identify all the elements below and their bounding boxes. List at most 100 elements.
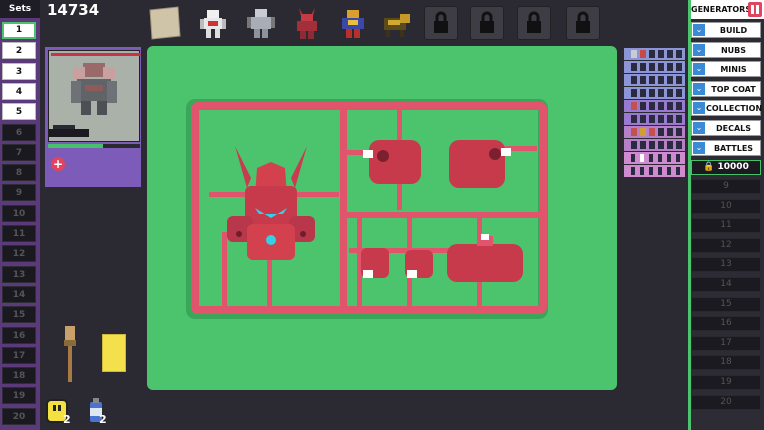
generator-slot-11[interactable]: 11 bbox=[691, 218, 761, 234]
generator-button-label: MINIS bbox=[720, 65, 747, 75]
generator-button-label: TOP COAT bbox=[711, 84, 756, 94]
chevron-down-icon: ⌄ bbox=[693, 24, 705, 36]
set-button-15[interactable]: 15 bbox=[2, 306, 36, 324]
pause-icon[interactable] bbox=[748, 2, 762, 17]
hand-part-left bbox=[361, 248, 389, 278]
generator-slot-12[interactable]: 12 bbox=[691, 237, 761, 253]
generator-slot-15[interactable]: 15 bbox=[691, 296, 761, 312]
generator-slot-9[interactable]: 9 bbox=[691, 179, 761, 194]
set-button-11[interactable]: 11 bbox=[2, 225, 36, 242]
part-row-nubs[interactable] bbox=[624, 61, 685, 73]
locked-slot[interactable] bbox=[517, 6, 551, 40]
lock-icon bbox=[527, 11, 541, 33]
set-button-18[interactable]: 18 bbox=[2, 367, 36, 385]
set-button-13[interactable]: 13 bbox=[2, 265, 36, 283]
generator-button-decals[interactable]: ⌄ DECALS bbox=[691, 120, 761, 136]
card-hp-bar bbox=[48, 144, 140, 148]
locked-slot[interactable] bbox=[424, 6, 458, 40]
generator-button-label: DECALS bbox=[715, 124, 752, 133]
shoulder-part-right bbox=[449, 140, 511, 188]
spray-count: 2 bbox=[99, 413, 107, 426]
generators-panel: GENERATORS ⌄ BUILD ⌄ NUBS ⌄ MINIS ⌄ TOP COAT ⌄ CO… bbox=[688, 0, 764, 430]
set-button-4[interactable]: 4 bbox=[2, 82, 36, 100]
robot-parts-list bbox=[624, 48, 685, 178]
set-button-17[interactable]: 17 bbox=[2, 346, 36, 364]
build-board[interactable] bbox=[147, 46, 617, 390]
part-row-minis[interactable] bbox=[624, 74, 685, 86]
generator-slot-20[interactable]: 20 bbox=[691, 394, 761, 410]
set-button-5[interactable]: 5 bbox=[2, 103, 36, 121]
generator-button-label: NUBS bbox=[720, 45, 747, 55]
generator-slot-13[interactable]: 13 bbox=[691, 257, 761, 273]
part-row-extra-1[interactable] bbox=[624, 139, 685, 151]
set-button-14[interactable]: 14 bbox=[2, 285, 36, 303]
lock-icon bbox=[434, 11, 448, 33]
generator-lock-cost: 10000 bbox=[717, 162, 749, 172]
glue-count: 2 bbox=[63, 413, 71, 426]
generator-button-battles[interactable]: ⌄ BATTLES bbox=[691, 139, 761, 156]
generator-button-minis[interactable]: ⌄ MINIS bbox=[691, 61, 761, 78]
locked-slot[interactable] bbox=[566, 6, 600, 40]
lock-icon bbox=[576, 11, 590, 33]
part-row-battles[interactable] bbox=[624, 126, 685, 138]
chevron-down-icon: ⌄ bbox=[693, 141, 705, 154]
model-kit-sprue bbox=[186, 99, 548, 319]
set-button-12[interactable]: 12 bbox=[2, 245, 36, 263]
paint-brush-icon[interactable] bbox=[60, 326, 80, 388]
set-button-6[interactable]: 6 bbox=[2, 123, 36, 141]
card-hp-fill bbox=[48, 144, 104, 148]
set-button-10[interactable]: 10 bbox=[2, 204, 36, 222]
generator-slot-16[interactable]: 16 bbox=[691, 316, 761, 332]
gold-robot-icon[interactable] bbox=[336, 6, 370, 40]
generator-button-build[interactable]: ⌄ BUILD bbox=[691, 22, 761, 38]
set-button-9[interactable]: 9 bbox=[2, 184, 36, 202]
set-button-20[interactable]: 20 bbox=[2, 407, 36, 425]
part-row-topcoat[interactable] bbox=[624, 87, 685, 99]
part-row-build[interactable] bbox=[624, 48, 685, 60]
dog-robot-icon[interactable] bbox=[378, 6, 414, 40]
generator-button-label: COLLECTION bbox=[706, 104, 763, 114]
set-button-1[interactable]: 1 bbox=[2, 22, 36, 39]
set-button-7[interactable]: 7 bbox=[2, 143, 36, 161]
generator-slot-17[interactable]: 17 bbox=[691, 335, 761, 351]
robot-card[interactable]: + bbox=[44, 46, 142, 188]
score-counter: 14734 bbox=[47, 1, 100, 19]
chevron-down-icon: ⌄ bbox=[693, 102, 705, 115]
part-row-extra-3[interactable] bbox=[624, 165, 685, 177]
generator-button-nubs[interactable]: ⌄ NUBS bbox=[691, 41, 761, 58]
generator-button-top-coat[interactable]: ⌄ TOP COAT bbox=[691, 80, 761, 97]
sets-header: Sets bbox=[0, 0, 40, 18]
shoulder-part-left bbox=[363, 140, 421, 184]
generator-slot-10[interactable]: 10 bbox=[691, 198, 761, 214]
generator-slot-18[interactable]: 18 bbox=[691, 355, 761, 371]
generator-button-label: BUILD bbox=[719, 26, 748, 35]
add-button[interactable]: + bbox=[51, 157, 65, 171]
chevron-down-icon: ⌄ bbox=[693, 82, 705, 95]
white-robot-icon[interactable] bbox=[196, 6, 230, 40]
part-row-collection[interactable] bbox=[624, 100, 685, 112]
part-row-decals[interactable] bbox=[624, 113, 685, 125]
hand-part-right bbox=[405, 250, 433, 278]
set-button-19[interactable]: 19 bbox=[2, 387, 36, 405]
set-button-2[interactable]: 2 bbox=[2, 42, 36, 60]
chest-part bbox=[447, 234, 523, 282]
locked-slot[interactable] bbox=[470, 6, 504, 40]
set-button-16[interactable]: 16 bbox=[2, 326, 36, 344]
generator-button-collection[interactable]: ⌄ COLLECTION bbox=[691, 100, 763, 117]
red-robot-icon[interactable] bbox=[290, 6, 324, 40]
sets-panel: Sets 1 2 3 4 5 6 7 8 9 10 11 12 13 14 15 16 17 18 19 20 bbox=[0, 0, 40, 430]
chevron-down-icon: ⌄ bbox=[693, 122, 705, 134]
card-portrait bbox=[48, 50, 141, 142]
set-button-8[interactable]: 8 bbox=[2, 164, 36, 182]
part-row-extra-2[interactable] bbox=[624, 152, 685, 164]
generator-locked-slot[interactable]: 🔒 10000 bbox=[691, 160, 761, 175]
paper-scrap-icon[interactable] bbox=[148, 6, 182, 40]
lock-icon bbox=[480, 11, 494, 33]
grey-robot-icon[interactable] bbox=[244, 6, 278, 40]
heavy-robot-portrait bbox=[49, 63, 117, 137]
generator-slot-19[interactable]: 19 bbox=[691, 375, 761, 390]
set-button-3[interactable]: 3 bbox=[2, 62, 36, 80]
sponge-icon[interactable] bbox=[102, 334, 126, 372]
chevron-down-icon: ⌄ bbox=[693, 43, 705, 56]
generator-slot-14[interactable]: 14 bbox=[691, 277, 761, 292]
